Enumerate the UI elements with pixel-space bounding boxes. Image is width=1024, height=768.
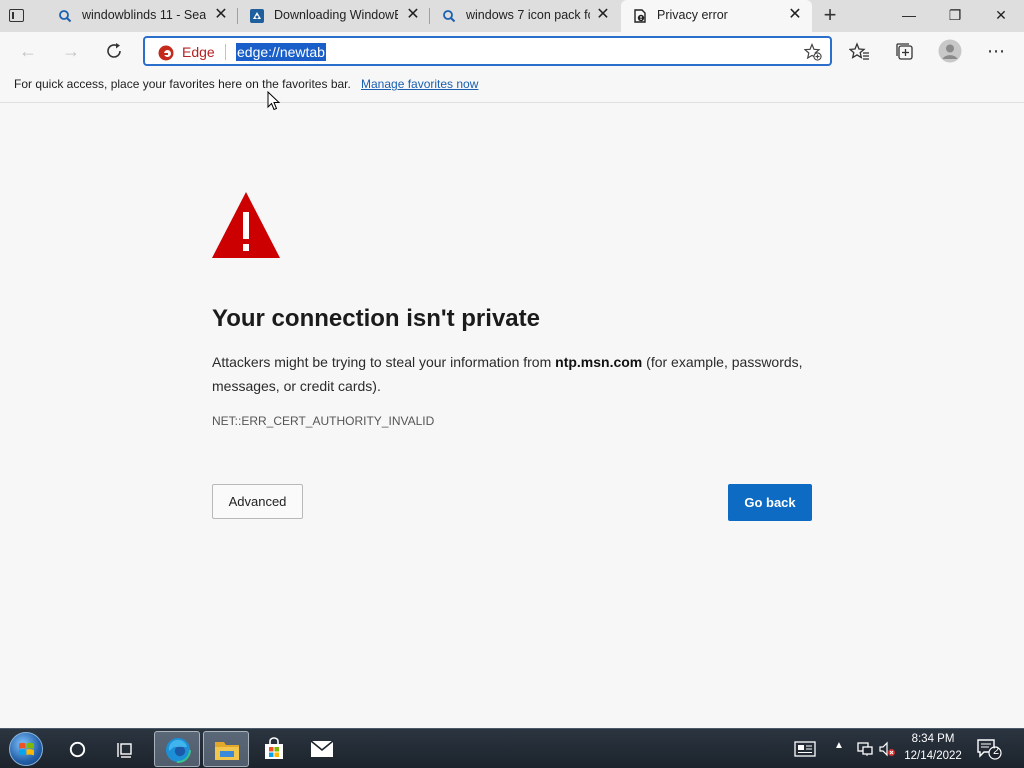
folder-icon <box>215 742 239 760</box>
taskbar-mail-button[interactable] <box>299 731 345 767</box>
error-description: Attackers might be trying to steal your … <box>212 350 822 398</box>
address-input[interactable]: edge://newtab <box>236 43 326 61</box>
edge-icon <box>158 45 174 61</box>
minimize-button[interactable]: — <box>886 0 932 32</box>
clock-date[interactable]: 12/14/2022 <box>901 750 965 762</box>
new-tab-button[interactable]: + <box>820 4 840 26</box>
site-identity-label[interactable]: Edge <box>182 44 215 60</box>
close-tab-icon[interactable]: ✕ <box>406 7 420 23</box>
tab-title: windows 7 icon pack fo <box>466 8 590 22</box>
favorites-icon[interactable] <box>849 41 871 63</box>
volume-muted-icon[interactable] <box>878 741 896 757</box>
manage-favorites-link[interactable]: Manage favorites now <box>361 77 478 91</box>
refresh-icon[interactable] <box>104 41 124 61</box>
tab-privacy-error[interactable]: Privacy error ✕ <box>621 0 812 32</box>
close-tab-icon[interactable]: ✕ <box>788 7 802 23</box>
action-center-button[interactable]: 2 <box>972 731 1008 767</box>
news-widget-icon[interactable] <box>794 741 816 757</box>
tab-actions-icon[interactable] <box>8 7 26 25</box>
tab-strip: windowblinds 11 - Sear ✕ Downloading Win… <box>0 0 1024 32</box>
address-bar[interactable]: Edge edge://newtab <box>143 36 832 66</box>
show-hidden-icons-button[interactable]: ▲ <box>834 740 844 751</box>
tab-title: windowblinds 11 - Sear <box>82 8 206 22</box>
windows-logo-icon <box>19 742 34 756</box>
taskbar-file-explorer-button[interactable] <box>203 731 249 767</box>
cortana-circle-icon <box>69 741 86 758</box>
warning-triangle-icon <box>212 192 280 258</box>
favorites-bar-message: For quick access, place your favorites h… <box>14 77 351 91</box>
host-name: ntp.msn.com <box>555 354 643 370</box>
notification-count: 2 <box>992 745 1000 757</box>
start-button[interactable] <box>9 732 43 766</box>
settings-more-button[interactable]: ⋯ <box>983 38 1009 64</box>
search-button[interactable] <box>55 731 101 767</box>
network-icon[interactable] <box>856 741 874 757</box>
error-code[interactable]: NET::ERR_CERT_AUTHORITY_INVALID <box>212 414 434 428</box>
mouse-cursor-icon <box>267 91 281 111</box>
tab-windowblinds-search[interactable]: windowblinds 11 - Sear ✕ <box>46 0 238 32</box>
favorites-bar: For quick access, place your favorites h… <box>0 70 1024 103</box>
warning-page-icon <box>634 9 646 23</box>
stardock-icon <box>250 9 264 23</box>
page-title: Your connection isn't private <box>212 305 540 332</box>
tab-windows7-icon-pack[interactable]: windows 7 icon pack fo ✕ <box>430 0 620 32</box>
taskbar: ▲ 8:34 PM 12/14/2022 2 <box>0 728 1024 768</box>
browser-toolbar: ← → Edge edge://newtab ⋯ <box>0 32 1024 70</box>
taskbar-edge-button[interactable] <box>154 731 200 767</box>
store-bag-icon <box>265 737 283 759</box>
advanced-button[interactable]: Advanced <box>212 484 303 519</box>
description-text: Attackers might be trying to steal your … <box>212 354 556 370</box>
close-tab-icon[interactable]: ✕ <box>596 7 610 23</box>
tab-title: Privacy error <box>657 8 728 22</box>
forward-button[interactable]: → <box>58 38 84 64</box>
edge-icon <box>165 737 191 763</box>
close-window-button[interactable]: ✕ <box>978 0 1024 32</box>
task-view-icon <box>117 743 132 758</box>
go-back-button[interactable]: Go back <box>728 484 812 521</box>
search-icon <box>443 10 456 23</box>
add-favorite-icon[interactable] <box>804 43 822 61</box>
task-view-button[interactable] <box>102 731 148 767</box>
clock-time[interactable]: 8:34 PM <box>904 733 962 745</box>
collections-icon[interactable] <box>894 41 916 63</box>
profile-avatar-icon[interactable] <box>938 39 962 63</box>
tab-downloading-windowblinds[interactable]: Downloading WindowB ✕ <box>238 0 430 32</box>
search-icon <box>59 10 72 23</box>
tab-title: Downloading WindowB <box>274 8 398 22</box>
back-button[interactable]: ← <box>15 38 41 64</box>
taskbar-store-button[interactable] <box>251 731 297 767</box>
mail-icon <box>310 740 334 757</box>
restore-button[interactable]: ❐ <box>932 0 978 32</box>
close-tab-icon[interactable]: ✕ <box>214 7 228 23</box>
